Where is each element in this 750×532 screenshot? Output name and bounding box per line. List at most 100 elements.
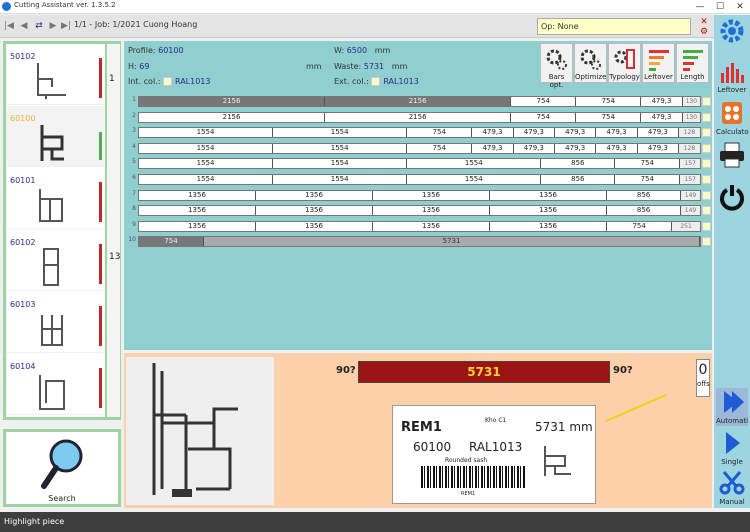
optimize-button[interactable]: Optimize bbox=[574, 43, 607, 83]
bar-done-checkbox[interactable] bbox=[702, 97, 711, 106]
cut-piece[interactable]: 1554 bbox=[407, 175, 542, 184]
cut-piece[interactable]: 1356 bbox=[139, 221, 257, 231]
bar-row[interactable]: 5 1554 1554 1554 856 754 157 bbox=[128, 158, 711, 170]
single-mode-button[interactable]: Single bbox=[716, 429, 748, 467]
cut-piece[interactable]: 856 bbox=[541, 159, 616, 169]
bar-done-checkbox[interactable] bbox=[702, 112, 711, 122]
operator-field[interactable]: Op: None bbox=[537, 18, 691, 35]
cut-piece[interactable]: 754 bbox=[615, 159, 681, 169]
leftover-sort-button[interactable]: Leftover bbox=[642, 43, 675, 83]
cut-piece[interactable]: 1554 bbox=[407, 159, 542, 169]
cut-piece[interactable]: 479,3 bbox=[514, 143, 555, 153]
cut-piece[interactable]: 754 bbox=[139, 237, 205, 247]
cut-piece[interactable]: 1554 bbox=[139, 159, 274, 169]
cut-piece[interactable]: 754 bbox=[511, 97, 577, 106]
cut-piece[interactable]: 1554 bbox=[273, 175, 408, 184]
profile-item[interactable]: 60101 bbox=[6, 168, 105, 229]
close-button[interactable]: ✕ bbox=[730, 0, 750, 14]
bar-row[interactable]: 7 1356 1356 1356 1356 856 149 bbox=[128, 189, 711, 201]
cut-piece[interactable]: 479,3 bbox=[472, 143, 514, 153]
bars-opt-button[interactable]: Bars opt. bbox=[540, 43, 573, 89]
bar-done-checkbox[interactable] bbox=[702, 237, 711, 247]
bar-done-checkbox[interactable] bbox=[702, 159, 711, 169]
leftover-button[interactable]: Leftover bbox=[716, 57, 748, 95]
cut-piece[interactable]: 856 bbox=[541, 175, 616, 184]
bar-done-checkbox[interactable] bbox=[702, 143, 711, 153]
cut-piece[interactable]: 1356 bbox=[256, 190, 374, 200]
cut-piece[interactable]: 754 bbox=[511, 112, 577, 122]
cut-piece[interactable]: 479,3 bbox=[638, 143, 679, 153]
cut-piece[interactable]: 2156 bbox=[139, 97, 326, 106]
cut-piece[interactable]: 1554 bbox=[139, 128, 274, 138]
cut-piece[interactable]: 856 bbox=[607, 206, 681, 216]
cut-piece[interactable]: 5731 bbox=[204, 237, 700, 247]
cut-piece[interactable]: 479,3 bbox=[555, 128, 597, 138]
bar-row[interactable]: 2 2156 2156 754 754 479,3 130 bbox=[128, 111, 711, 123]
power-button[interactable] bbox=[716, 183, 748, 221]
prev-job-button[interactable]: ◀ bbox=[18, 18, 30, 34]
profile-list[interactable]: 50102 60100 60101 60102 60103 60104 bbox=[6, 44, 105, 417]
bar-row[interactable]: 4 1554 1554 754 479,3 479,3 479,3 479,3 479,3 128 bbox=[128, 142, 711, 154]
cut-piece[interactable]: 1554 bbox=[273, 159, 408, 169]
cut-piece[interactable]: 479,3 bbox=[555, 143, 597, 153]
bar-done-checkbox[interactable] bbox=[702, 128, 711, 138]
bar-row[interactable]: 10 754 5731 bbox=[128, 236, 711, 248]
cut-piece[interactable]: 754 bbox=[615, 175, 681, 184]
calculator-button[interactable]: Calculato bbox=[716, 99, 749, 137]
search-button[interactable]: Search bbox=[6, 432, 118, 504]
swap-job-button[interactable]: ⇄ bbox=[33, 18, 45, 34]
cut-piece[interactable]: 1356 bbox=[373, 206, 491, 216]
cut-piece[interactable]: 754 bbox=[407, 143, 473, 153]
bar-row[interactable]: 1 2156 2156 754 754 479,3 130 bbox=[128, 96, 711, 107]
bar-row[interactable]: 3 1554 1554 754 479,3 479,3 479,3 479,3 479,3 128 bbox=[128, 127, 711, 139]
cut-piece[interactable]: 479,3 bbox=[596, 128, 638, 138]
minimize-button[interactable]: — bbox=[690, 0, 710, 14]
cut-piece[interactable]: 1356 bbox=[490, 206, 608, 216]
cut-piece[interactable]: 754 bbox=[607, 221, 673, 231]
automatic-mode-button[interactable]: Automati bbox=[716, 388, 748, 426]
cut-piece[interactable]: 479,3 bbox=[638, 128, 679, 138]
cut-piece[interactable]: 1554 bbox=[139, 175, 274, 184]
typology-button[interactable]: Typology bbox=[608, 43, 641, 83]
profile-item-selected[interactable]: 60100 bbox=[6, 106, 105, 167]
cut-piece[interactable]: 479,3 bbox=[472, 128, 514, 138]
profile-item[interactable]: 60103 bbox=[6, 292, 105, 353]
cut-piece[interactable]: 1356 bbox=[139, 190, 257, 200]
cut-piece[interactable]: 754 bbox=[407, 128, 473, 138]
clear-operator-icon[interactable]: ✕ ⚙ bbox=[697, 17, 711, 37]
profile-item[interactable]: 50102 bbox=[6, 44, 105, 105]
list-scrollbar[interactable]: 1 13 bbox=[107, 44, 120, 417]
maximize-button[interactable]: ☐ bbox=[710, 0, 730, 14]
cut-piece[interactable]: 1356 bbox=[256, 221, 374, 231]
cut-piece[interactable]: 1554 bbox=[139, 143, 274, 153]
cut-piece[interactable]: 1554 bbox=[273, 143, 408, 153]
length-sort-button[interactable]: Length bbox=[676, 43, 709, 83]
bar-done-checkbox[interactable] bbox=[702, 175, 711, 184]
bar-row[interactable]: 9 1356 1356 1356 1356 754 251 bbox=[128, 220, 711, 232]
cut-piece[interactable]: 1356 bbox=[373, 190, 491, 200]
bar-row[interactable]: 8 1356 1356 1356 1356 856 149 bbox=[128, 205, 711, 217]
cut-piece[interactable]: 479,3 bbox=[514, 128, 555, 138]
cut-piece[interactable]: 2156 bbox=[325, 97, 512, 106]
last-job-button[interactable]: ▶| bbox=[60, 18, 72, 34]
first-job-button[interactable]: |◀ bbox=[3, 18, 15, 34]
cut-piece[interactable]: 1356 bbox=[490, 190, 608, 200]
profile-item[interactable]: 60104 bbox=[6, 354, 105, 415]
cut-piece[interactable]: 754 bbox=[576, 97, 642, 106]
cut-piece[interactable]: 1356 bbox=[256, 206, 374, 216]
cut-piece[interactable]: 479,3 bbox=[641, 97, 683, 106]
cut-piece[interactable]: 856 bbox=[607, 190, 681, 200]
bar-row[interactable]: 6 1554 1554 1554 856 754 157 bbox=[128, 174, 711, 185]
cut-piece[interactable]: 479,3 bbox=[596, 143, 638, 153]
cut-piece[interactable]: 1356 bbox=[139, 206, 257, 216]
cut-piece[interactable]: 1554 bbox=[273, 128, 408, 138]
print-button[interactable] bbox=[716, 141, 748, 179]
cut-piece[interactable]: 1356 bbox=[490, 221, 608, 231]
profile-item[interactable]: 60102 bbox=[6, 230, 105, 291]
cut-piece[interactable]: 1356 bbox=[373, 221, 491, 231]
cut-piece[interactable]: 479,3 bbox=[641, 112, 683, 122]
next-job-button[interactable]: ▶ bbox=[47, 18, 59, 34]
cut-piece[interactable]: 2156 bbox=[139, 112, 326, 122]
bar-done-checkbox[interactable] bbox=[702, 190, 711, 200]
settings-button[interactable] bbox=[716, 17, 748, 55]
